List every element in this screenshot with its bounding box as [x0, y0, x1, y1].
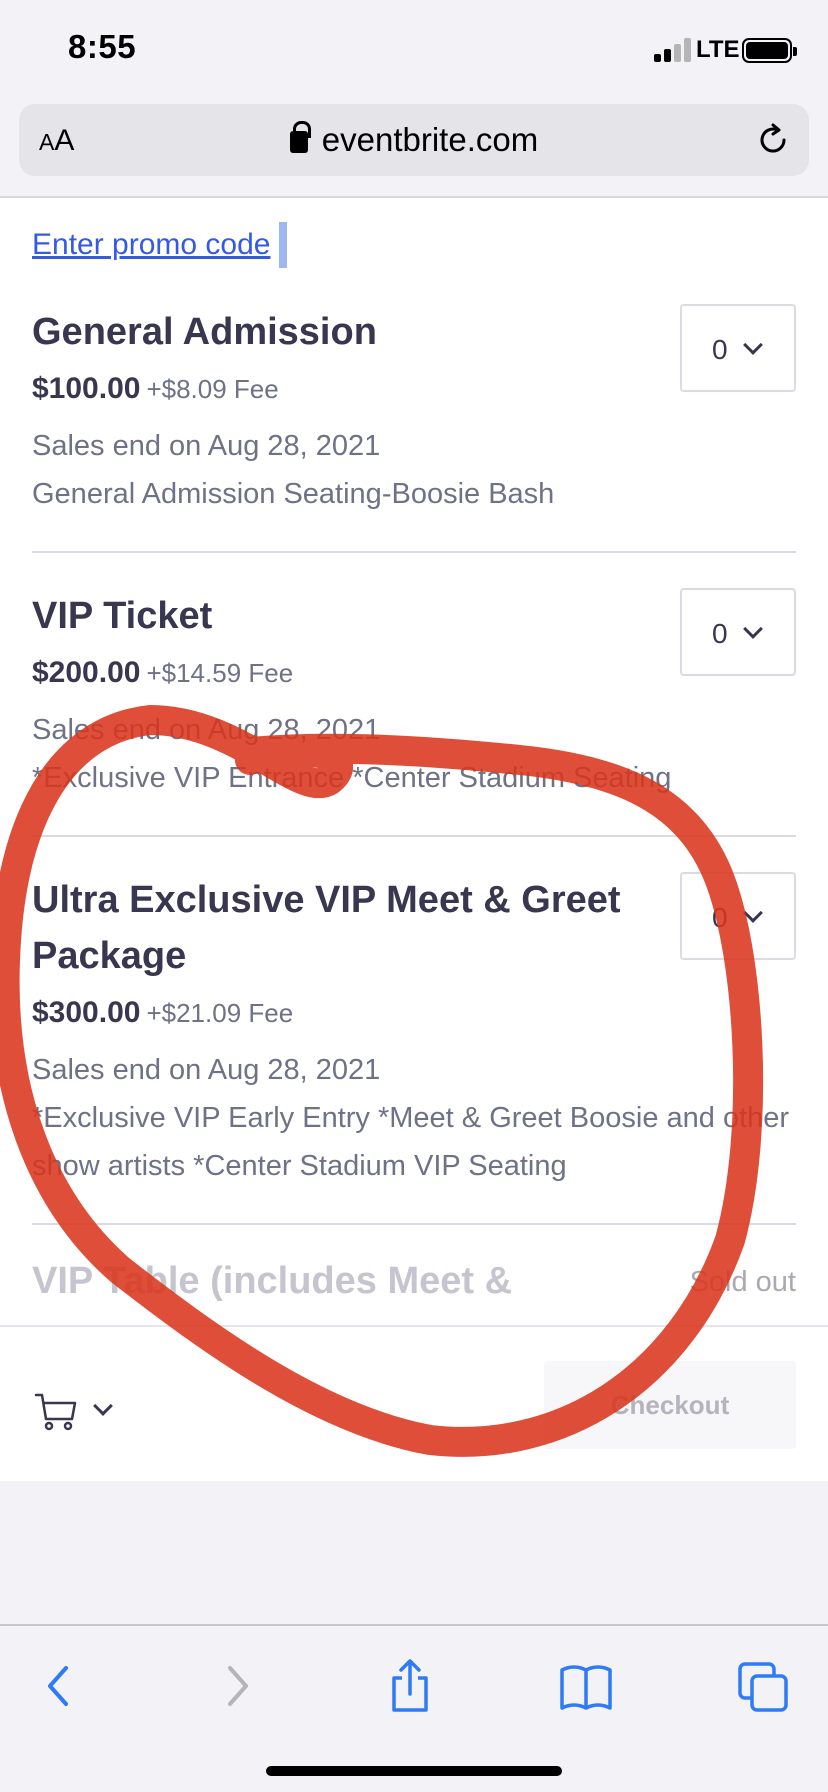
text-cursor — [279, 222, 287, 268]
ticket-divider — [32, 835, 796, 837]
status-bar: 8:55 LTE — [0, 0, 828, 100]
ticket-fee: +$14.59 Fee — [146, 658, 294, 688]
home-indicator — [266, 1766, 562, 1776]
battery-icon — [742, 38, 797, 63]
ticket-divider — [32, 1223, 796, 1225]
ticket-name: Ultra Exclusive VIP Meet & Greet Package — [32, 879, 621, 977]
sales-end: Sales end on Aug 28, 2021 — [32, 714, 381, 746]
quantity-select[interactable]: 0 — [680, 588, 796, 676]
ticket-description: *Exclusive VIP Entrance *Center Stadium … — [32, 762, 672, 794]
price-row: $300.00 +$21.09 Fee — [32, 996, 796, 1030]
sales-end: Sales end on Aug 28, 2021 — [32, 1054, 381, 1086]
ticket-price: $100.00 — [32, 372, 141, 405]
checkout-button[interactable]: Checkout — [544, 1361, 796, 1449]
checkout-footer: Checkout — [0, 1327, 828, 1481]
back-icon[interactable] — [30, 1658, 90, 1714]
sold-out-label: Sold out — [689, 1266, 796, 1298]
ticket-divider — [32, 551, 796, 553]
ticket-name: General Admission — [32, 311, 377, 353]
tabs-icon[interactable] — [734, 1658, 794, 1714]
promo-code-link[interactable]: Enter promo code — [32, 228, 270, 262]
sales-end: Sales end on Aug 28, 2021 — [32, 430, 381, 462]
signal-icon — [654, 38, 694, 62]
cart-icon[interactable] — [34, 1389, 78, 1433]
ticket-description: General Admission Seating-Boosie Bash — [32, 478, 555, 510]
ticket-price: $200.00 — [32, 656, 141, 689]
quantity-value: 0 — [712, 902, 728, 933]
ticket-description: *Exclusive VIP Early Entry *Meet & Greet… — [32, 1102, 790, 1182]
chevron-down-icon — [743, 619, 763, 639]
share-icon[interactable] — [380, 1658, 440, 1714]
ticket-fee: +$8.09 Fee — [146, 374, 279, 404]
status-time: 8:55 — [68, 28, 137, 65]
reload-icon[interactable] — [755, 122, 791, 158]
chevron-down-icon — [743, 903, 763, 923]
quantity-value: 0 — [712, 618, 728, 649]
ticket-fee: +$21.09 Fee — [146, 998, 294, 1028]
forward-icon[interactable] — [206, 1658, 266, 1714]
ticket-vip: VIP Ticket $200.00 +$14.59 Fee Sales end … — [32, 588, 796, 802]
ticket-list: Enter promo code General Admission $100.… — [0, 198, 828, 1326]
network-label: LTE — [696, 36, 740, 63]
ticket-general-admission: General Admission $100.00 +$8.09 Fee Sale… — [32, 304, 796, 518]
url-display[interactable]: eventbrite.com — [19, 121, 809, 159]
ticket-name-vip-table: VIP Table (includes Meet & — [32, 1260, 513, 1302]
chevron-down-icon[interactable] — [93, 1396, 113, 1416]
quantity-value: 0 — [712, 334, 728, 365]
url-text: eventbrite.com — [321, 121, 539, 158]
lock-icon — [289, 121, 311, 153]
quantity-select[interactable]: 0 — [680, 872, 796, 960]
address-bar[interactable]: AA eventbrite.com — [19, 104, 809, 176]
chevron-down-icon — [743, 335, 763, 355]
ticket-ultra-vip: Ultra Exclusive VIP Meet & Greet Package… — [32, 872, 796, 1190]
ticket-price: $300.00 — [32, 996, 141, 1029]
quantity-select[interactable]: 0 — [680, 304, 796, 392]
bookmarks-icon[interactable] — [556, 1658, 616, 1714]
ticket-name: VIP Ticket — [32, 595, 213, 637]
browser-toolbar — [0, 1626, 828, 1792]
